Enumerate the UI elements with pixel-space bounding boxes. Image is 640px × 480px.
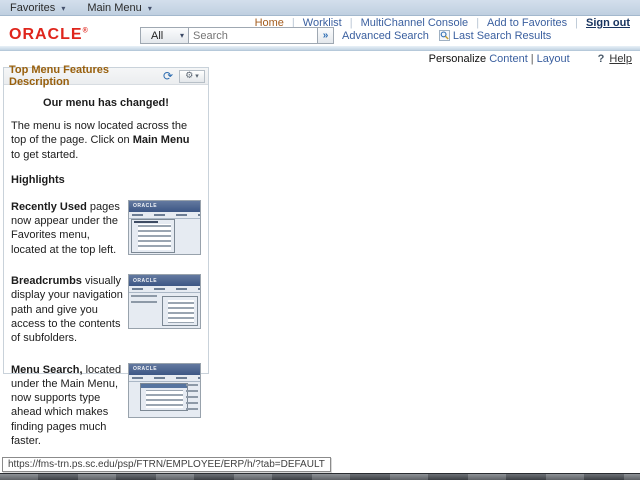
question-mark-icon: ? xyxy=(597,53,605,65)
thumbnail-header: ORACLE xyxy=(129,363,200,375)
pagelet-title: Top Menu Features Description xyxy=(9,64,110,88)
last-search-results-group: Last Search Results xyxy=(438,30,551,42)
thumbnail-menu-rows xyxy=(186,383,198,414)
search-scope-select[interactable]: All ▾ xyxy=(140,27,188,44)
help-group: ? Help xyxy=(598,53,632,65)
personalize-layout-link[interactable]: Layout xyxy=(537,53,570,65)
top-menubar: Favorites ▾ Main Menu ▾ xyxy=(0,0,640,16)
thumbnail-favorites-dropdown xyxy=(131,218,175,253)
personalize-label: Personalize xyxy=(428,53,487,65)
favorites-menu[interactable]: Favorites ▾ xyxy=(10,2,65,14)
main-menu-label: Main Menu xyxy=(87,1,142,14)
search-scope-value: All xyxy=(151,29,164,42)
section-text: Breadcrumbs visually display your naviga… xyxy=(11,275,123,345)
thumbnail-subfolder-popup xyxy=(162,296,198,327)
chevron-down-icon: ▾ xyxy=(179,31,184,40)
search-input[interactable] xyxy=(188,27,318,44)
highlight-section-menu-search: Menu Search, located under the Main Menu… xyxy=(11,362,201,449)
thumbnail-recently-used: ORACLE xyxy=(128,199,201,255)
thumbnail-breadcrumb-bar xyxy=(129,286,200,294)
pagelet-header: Top Menu Features Description ⟳ ⚙ ▾ xyxy=(4,64,208,88)
personalize-bar: Personalize Content | Layout ? Help xyxy=(429,53,632,65)
header-divider xyxy=(0,46,640,51)
chevron-down-icon: ▾ xyxy=(147,3,152,13)
thumbnail-menubar xyxy=(129,374,200,382)
taskbar-strip xyxy=(0,473,640,480)
search-results-icon xyxy=(438,30,450,41)
thumbnail-oracle-logo: ORACLE xyxy=(133,203,158,210)
section-text: Menu Search, located under the Main Menu… xyxy=(11,363,122,448)
advanced-search-link[interactable]: Advanced Search xyxy=(342,30,429,42)
section-text: Recently Used pages now appear under the… xyxy=(11,200,120,256)
separator: | xyxy=(530,53,534,65)
thumbnail-menu-search: ORACLE xyxy=(128,362,201,418)
last-search-results-link[interactable]: Last Search Results xyxy=(453,30,551,42)
chevron-down-icon: ▾ xyxy=(195,73,199,80)
refresh-icon[interactable]: ⟳ xyxy=(163,70,173,82)
thumbnail-menubar xyxy=(129,211,200,219)
main-menu[interactable]: Main Menu ▾ xyxy=(87,2,152,14)
search-go-button[interactable]: » xyxy=(318,27,334,44)
nav-link-sign-out[interactable]: Sign out xyxy=(586,17,630,29)
intro-paragraph: The menu is now located across the top o… xyxy=(11,120,190,161)
thumbnail-header: ORACLE xyxy=(129,275,200,287)
personalize-content-link[interactable]: Content xyxy=(489,53,528,65)
announcement-heading: Our menu has changed! xyxy=(43,97,169,109)
gear-menu-button[interactable]: ⚙ ▾ xyxy=(179,69,205,83)
thumbnail-body xyxy=(129,218,200,254)
main-menu-bold: Main Menu xyxy=(132,134,190,147)
thumbnail-body xyxy=(129,382,200,417)
highlight-section-recently-used: Recently Used pages now appear under the… xyxy=(11,199,201,257)
search-bar: All ▾ » Advanced Search Last Search Resu… xyxy=(140,27,551,44)
thumbnail-header: ORACLE xyxy=(129,200,200,212)
thumbnail-body xyxy=(129,293,200,328)
highlight-section-breadcrumbs: Breadcrumbs visually display your naviga… xyxy=(11,274,201,345)
thumbnail-oracle-logo: ORACLE xyxy=(133,366,158,373)
thumbnail-typeahead-popup xyxy=(140,382,188,411)
oracle-logo: ORACLE® xyxy=(9,26,89,43)
pagelet-body: Our menu has changed! The menu is now lo… xyxy=(4,85,208,448)
help-link[interactable]: Help xyxy=(609,53,632,65)
highlights-heading: Highlights xyxy=(11,173,65,186)
chevron-down-icon: ▾ xyxy=(61,3,66,13)
status-url-tooltip: https://fms-trn.ps.sc.edu/psp/FTRN/EMPLO… xyxy=(2,457,331,472)
thumbnail-breadcrumbs: ORACLE xyxy=(128,274,201,330)
gear-icon: ⚙ xyxy=(185,70,194,81)
favorites-menu-label: Favorites xyxy=(10,1,56,14)
thumbnail-oracle-logo: ORACLE xyxy=(133,277,158,284)
top-menu-features-pagelet: Top Menu Features Description ⟳ ⚙ ▾ Our … xyxy=(3,64,209,447)
peoplesoft-home-page: Favorites ▾ Main Menu ▾ Home | Worklist … xyxy=(0,0,640,480)
thumbnail-folder-list xyxy=(131,295,157,308)
separator: | xyxy=(575,17,578,29)
